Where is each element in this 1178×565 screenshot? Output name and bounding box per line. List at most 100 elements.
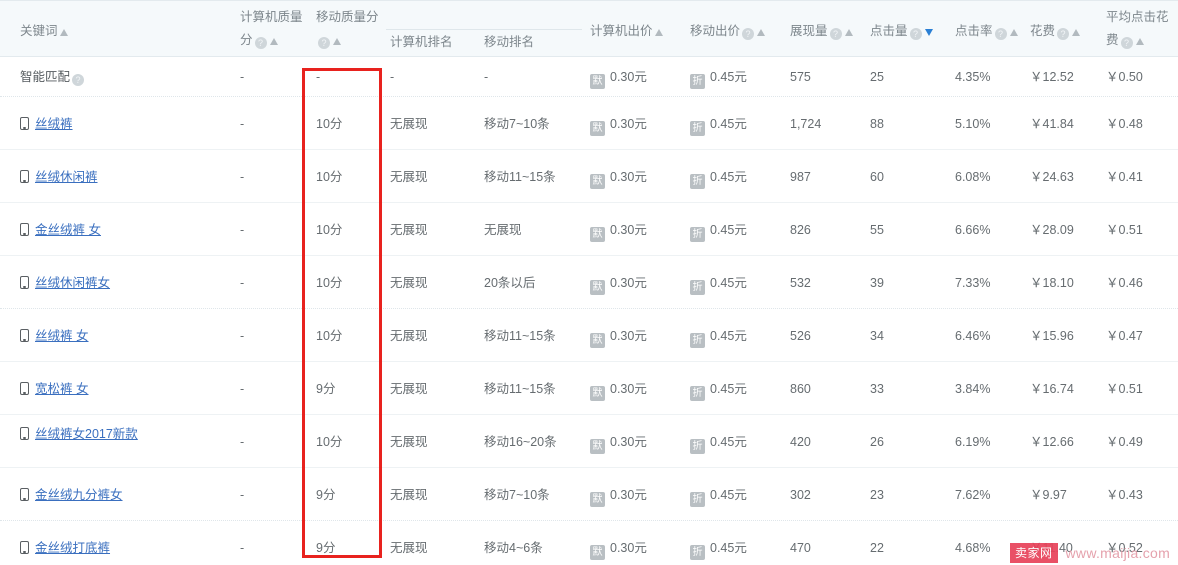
sort-asc-icon[interactable]: [1135, 38, 1144, 45]
pc-bid-cell[interactable]: 默 0.30元: [590, 540, 647, 560]
mobile-bid-cell[interactable]: 折 0.45元: [690, 328, 747, 348]
mobile-rank-cell: 移动11~15条: [484, 170, 556, 184]
keyword-link[interactable]: 金丝绒裤 女: [35, 223, 101, 237]
column-header-label-line2: ?: [316, 32, 379, 49]
mobile-device-icon: [20, 382, 29, 395]
sort-asc-icon[interactable]: [1072, 29, 1081, 36]
keyword-cell[interactable]: 丝绒裤女2017新款: [20, 423, 140, 445]
mobile-rank-cell: 无展现: [484, 223, 522, 237]
keyword-cell[interactable]: 丝绒裤 女: [20, 328, 88, 344]
pc-rank-cell: 无展现: [390, 329, 428, 343]
mobile-bid-cell[interactable]: 折 0.45元: [690, 434, 747, 454]
keyword-link[interactable]: 丝绒裤 女: [35, 329, 88, 343]
table-row[interactable]: 丝绒休闲裤 - 10分 无展现 移动11~15条 默 0.30元 折 0.45元 987 60 6.0…: [0, 150, 1178, 203]
sort-desc-icon[interactable]: [924, 29, 933, 36]
mobile-bid-cell[interactable]: 折 0.45元: [690, 69, 747, 89]
pc-bid-cell[interactable]: 默 0.30元: [590, 169, 647, 189]
clicks-cell: 88: [870, 117, 884, 131]
keyword-cell: 智能匹配?: [20, 69, 85, 86]
pc-bid-cell[interactable]: 默 0.30元: [590, 69, 647, 89]
column-header-pc_rank[interactable]: 计算机排名: [390, 34, 453, 51]
help-icon[interactable]: ?: [1120, 37, 1133, 49]
column-header-keyword[interactable]: 关键词: [20, 23, 68, 40]
mobile-bid-cell[interactable]: 折 0.45元: [690, 222, 747, 242]
keyword-link[interactable]: 丝绒裤女2017新款: [35, 427, 138, 441]
table-row[interactable]: 丝绒裤 女 - 10分 无展现 移动11~15条 默 0.30元 折 0.45元 526 34 6.4…: [0, 309, 1178, 362]
keyword-cell[interactable]: 丝绒裤: [20, 116, 73, 132]
column-header-mob_rank[interactable]: 移动排名: [484, 34, 534, 51]
pc-bid-cell[interactable]: 默 0.30元: [590, 381, 647, 401]
help-icon[interactable]: ?: [318, 37, 330, 49]
help-icon[interactable]: ?: [1057, 28, 1070, 40]
keyword-cell[interactable]: 丝绒休闲裤女: [20, 275, 110, 291]
pc-bid-cell[interactable]: 默 0.30元: [590, 222, 647, 242]
column-header-clicks[interactable]: 点击量?: [870, 23, 933, 40]
column-header-ctr[interactable]: 点击率?: [955, 23, 1018, 40]
sort-asc-icon[interactable]: [1009, 29, 1018, 36]
table-row[interactable]: 丝绒裤 - 10分 无展现 移动7~10条 默 0.30元 折 0.45元 1,724 88 5.10…: [0, 97, 1178, 150]
table-row[interactable]: 智能匹配? - - - - 默 0.30元 折 0.45元 575 25 4.35% ￥12.52 ￥0.…: [0, 57, 1178, 97]
keyword-link[interactable]: 金丝绒九分裤女: [35, 488, 123, 502]
table-row[interactable]: 金丝绒裤 女 - 10分 无展现 无展现 默 0.30元 折 0.45元 826 55 6.66% ￥2…: [0, 203, 1178, 256]
keyword-cell[interactable]: 金丝绒打底裤: [20, 540, 110, 556]
discount-bid-badge-icon: 折: [690, 121, 705, 136]
keyword-report-table-screen: 关键词 计算机质量分? 移动质量分? 计算机排名 移动排名 计算机出价 移动出价? 展现量? 点…: [0, 0, 1178, 565]
help-icon[interactable]: ?: [742, 28, 755, 40]
help-icon[interactable]: ?: [72, 74, 85, 86]
mobile-device-icon: [20, 329, 29, 342]
pc-bid-cell[interactable]: 默 0.30元: [590, 487, 647, 507]
ctr-cell: 6.46%: [955, 329, 991, 343]
ctr-cell: 6.08%: [955, 170, 991, 184]
help-icon[interactable]: ?: [254, 37, 267, 49]
mobile-bid-cell[interactable]: 折 0.45元: [690, 116, 747, 136]
keyword-cell[interactable]: 宽松裤 女: [20, 381, 88, 397]
column-header-mob_quality[interactable]: 移动质量分?: [316, 9, 379, 49]
column-header-cost[interactable]: 花费?: [1030, 23, 1081, 40]
sort-asc-icon[interactable]: [654, 29, 663, 36]
mobile-device-icon: [20, 427, 29, 440]
keyword-cell[interactable]: 丝绒休闲裤: [20, 169, 98, 185]
keyword-link[interactable]: 丝绒裤: [35, 117, 73, 131]
keyword-link[interactable]: 宽松裤 女: [35, 382, 88, 396]
sort-asc-icon[interactable]: [333, 38, 341, 45]
mobile-bid-cell[interactable]: 折 0.45元: [690, 540, 747, 560]
column-header-pc_bid[interactable]: 计算机出价: [590, 23, 663, 40]
table-row[interactable]: 金丝绒九分裤女 - 9分 无展现 移动7~10条 默 0.30元 折 0.45元 302 23 7.6…: [0, 468, 1178, 521]
table-row[interactable]: 宽松裤 女 - 9分 无展现 移动11~15条 默 0.30元 折 0.45元 860 33 3.84…: [0, 362, 1178, 415]
keyword-cell[interactable]: 金丝绒九分裤女: [20, 487, 123, 503]
table-row[interactable]: 丝绒裤女2017新款 - 10分 无展现 移动16~20条 默 0.30元 折 0.45元 420…: [0, 415, 1178, 468]
sort-asc-icon[interactable]: [59, 29, 68, 36]
keyword-link[interactable]: 丝绒休闲裤: [35, 170, 98, 184]
default-bid-badge-icon: 默: [590, 227, 605, 242]
column-header-label: 平均点击花: [1106, 10, 1169, 24]
cost-cell: ￥12.52: [1030, 70, 1074, 84]
keyword-cell[interactable]: 金丝绒裤 女: [20, 222, 101, 238]
table-row[interactable]: 金丝绒打底裤 - 9分 无展现 移动4~6条 默 0.30元 折 0.45元 470 22 4.68%…: [0, 521, 1178, 565]
sort-asc-icon[interactable]: [844, 29, 853, 36]
mobile-quality-score-cell: 10分: [316, 329, 343, 343]
help-icon[interactable]: ?: [829, 28, 842, 40]
pc-bid-cell[interactable]: 默 0.30元: [590, 116, 647, 136]
table-body: 智能匹配? - - - - 默 0.30元折 0.45元 575 25 4.35% ￥12.52 ￥0.…: [0, 57, 1178, 565]
help-icon[interactable]: ?: [994, 28, 1007, 40]
mobile-bid-cell[interactable]: 折 0.45元: [690, 169, 747, 189]
mobile-bid-cell[interactable]: 折 0.45元: [690, 275, 747, 295]
keyword-link[interactable]: 金丝绒打底裤: [35, 541, 110, 555]
pc-bid-cell[interactable]: 默 0.30元: [590, 275, 647, 295]
mobile-rank-cell: 移动16~20条: [484, 435, 557, 449]
column-header-pc_quality[interactable]: 计算机质量分?: [240, 9, 303, 49]
column-header-impressions[interactable]: 展现量?: [790, 23, 853, 40]
mobile-quality-score-cell: 9分: [316, 382, 336, 396]
column-header-avg_cpc[interactable]: 平均点击花费?: [1106, 9, 1169, 49]
table-row[interactable]: 丝绒休闲裤女 - 10分 无展现 20条以后 默 0.30元 折 0.45元 532 39 7.33%…: [0, 256, 1178, 309]
sort-asc-icon[interactable]: [757, 29, 766, 36]
sort-asc-icon[interactable]: [269, 38, 278, 45]
discount-bid-badge-icon: 折: [690, 174, 705, 189]
keyword-link[interactable]: 丝绒休闲裤女: [35, 276, 110, 290]
mobile-bid-cell[interactable]: 折 0.45元: [690, 381, 747, 401]
column-header-mob_bid[interactable]: 移动出价?: [690, 23, 766, 40]
mobile-bid-cell[interactable]: 折 0.45元: [690, 487, 747, 507]
pc-bid-cell[interactable]: 默 0.30元: [590, 328, 647, 348]
pc-bid-cell[interactable]: 默 0.30元: [590, 434, 647, 454]
help-icon[interactable]: ?: [909, 28, 922, 40]
